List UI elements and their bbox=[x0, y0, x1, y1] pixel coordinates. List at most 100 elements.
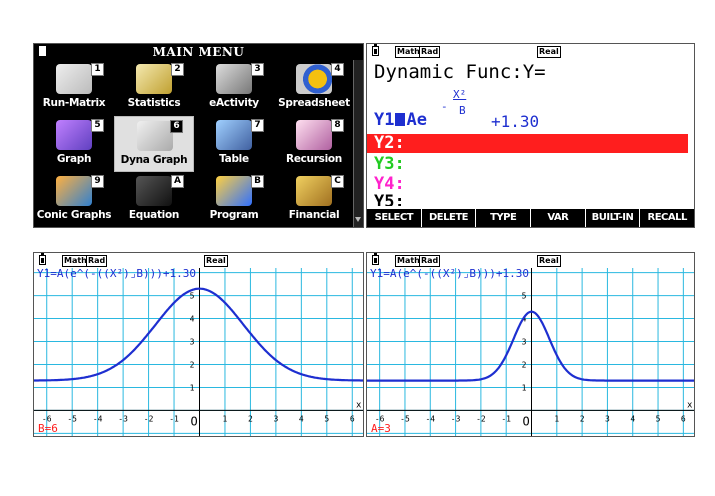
equation-icon bbox=[136, 176, 172, 206]
y3-row[interactable]: Y3: bbox=[374, 154, 405, 174]
scrollbar[interactable] bbox=[353, 60, 363, 227]
y1-base: Ae bbox=[406, 110, 427, 130]
x-tick-label: 1 bbox=[554, 414, 559, 423]
battery-icon bbox=[372, 253, 379, 265]
menu-item-label: Dyna Graph bbox=[120, 154, 188, 166]
x-tick-label: -4 bbox=[425, 414, 435, 423]
x-tick-label: 6 bbox=[681, 414, 686, 423]
app-icon-grid: 1 Run-Matrix 2 Statistics 3 eActivity 4 Spreads… bbox=[34, 60, 354, 227]
rad-mode-indicator: Rad bbox=[419, 46, 441, 58]
menu-item-label: Table bbox=[219, 153, 249, 165]
run-matrix-icon bbox=[56, 64, 92, 94]
x-axis-label: x bbox=[356, 400, 362, 410]
x-tick-label: 3 bbox=[605, 414, 610, 423]
x-tick-label: -3 bbox=[451, 414, 461, 423]
y5-row[interactable]: Y5: bbox=[374, 192, 405, 206]
status-bar: Math Rad Real bbox=[367, 44, 694, 59]
selected-equals-icon[interactable] bbox=[395, 113, 406, 126]
x-tick-label: 1 bbox=[223, 414, 228, 423]
exponent-denominator: B bbox=[459, 104, 466, 117]
menu-item-key: 5 bbox=[91, 119, 104, 132]
y2-row[interactable]: Y2: bbox=[367, 134, 688, 153]
menu-item-spreadsheet[interactable]: 4 Spreadsheet bbox=[274, 60, 354, 116]
menu-item-label: Run-Matrix bbox=[42, 97, 106, 109]
menu-item-financial[interactable]: C Financial bbox=[274, 172, 354, 227]
menu-item-program[interactable]: B Program bbox=[194, 172, 274, 227]
x-tick-label: -1 bbox=[169, 414, 179, 423]
fkey-select[interactable]: SELECT bbox=[367, 209, 421, 227]
dynamic-func-title: Dynamic Func:Y= bbox=[374, 61, 546, 83]
menu-item-label: Program bbox=[209, 209, 259, 221]
y1-label: Y1 bbox=[374, 110, 395, 130]
menu-item-table[interactable]: 7 Table bbox=[194, 116, 274, 172]
menu-item-run-matrix[interactable]: 1 Run-Matrix bbox=[34, 60, 114, 116]
origin-label: O bbox=[523, 414, 530, 428]
menu-item-statistics[interactable]: 2 Statistics bbox=[114, 60, 194, 116]
financial-icon bbox=[296, 176, 332, 206]
menu-item-label: Conic Graphs bbox=[36, 209, 112, 221]
menu-item-recursion[interactable]: 8 Recursion bbox=[274, 116, 354, 172]
menu-item-label: Financial bbox=[288, 209, 340, 221]
menu-item-label: eActivity bbox=[209, 97, 259, 109]
spreadsheet-icon bbox=[296, 64, 332, 94]
x-tick-label: -3 bbox=[118, 414, 128, 423]
fkey-recall[interactable]: RECALL bbox=[640, 209, 694, 227]
dynamic-func-screen: Math Rad Real Dynamic Func:Y= - X² B Y1 A… bbox=[366, 43, 695, 228]
menu-item-key: 2 bbox=[171, 63, 184, 76]
statistics-icon bbox=[136, 64, 172, 94]
math-mode-indicator: Math bbox=[395, 255, 422, 267]
x-tick-label: -4 bbox=[93, 414, 103, 423]
menu-item-dyna-graph[interactable]: 6 Dyna Graph bbox=[114, 116, 194, 172]
y-tick-label: 4 bbox=[190, 315, 195, 324]
menu-item-conic-graphs[interactable]: 9 Conic Graphs bbox=[34, 172, 114, 227]
status-bar: Math Rad Real bbox=[367, 253, 694, 268]
fkey-type[interactable]: TYPE bbox=[476, 209, 531, 227]
y-tick-label: 2 bbox=[522, 360, 527, 369]
menu-item-label: Recursion bbox=[286, 153, 342, 165]
y-tick-label: 2 bbox=[190, 360, 195, 369]
menu-item-key: 8 bbox=[331, 119, 344, 132]
real-mode-indicator: Real bbox=[537, 255, 561, 267]
y1-row[interactable]: Y1 Ae bbox=[374, 110, 427, 130]
x-tick-label: -5 bbox=[400, 414, 410, 423]
real-mode-indicator: Real bbox=[204, 255, 228, 267]
menu-item-key: A bbox=[171, 175, 184, 188]
x-tick-label: 3 bbox=[273, 414, 278, 423]
scroll-down-arrow-icon[interactable] bbox=[355, 217, 361, 222]
battery-icon bbox=[39, 253, 46, 265]
rad-mode-indicator: Rad bbox=[419, 255, 441, 267]
fkey-delete[interactable]: DELETE bbox=[421, 209, 476, 227]
menu-item-graph[interactable]: 5 Graph bbox=[34, 116, 114, 172]
menu-item-key: 3 bbox=[251, 63, 264, 76]
x-tick-label: 4 bbox=[299, 414, 304, 423]
y1-tail: +1.30 bbox=[491, 112, 540, 131]
menu-item-label: Spreadsheet bbox=[278, 97, 350, 109]
rad-mode-indicator: Rad bbox=[86, 255, 108, 267]
menu-item-key: C bbox=[331, 175, 344, 188]
fkey-var[interactable]: VAR bbox=[531, 209, 585, 227]
graph-plot: -6 -5 -4 -3 -2 -1 1 2 3 4 5 612345Ox bbox=[34, 268, 363, 436]
x-tick-label: -5 bbox=[67, 414, 77, 423]
x-tick-label: 5 bbox=[656, 414, 661, 423]
fkey-built-in[interactable]: BUILT-IN bbox=[585, 209, 640, 227]
menu-item-label: Graph bbox=[56, 153, 92, 165]
math-mode-indicator: Math bbox=[395, 46, 422, 58]
real-mode-indicator: Real bbox=[537, 46, 561, 58]
menu-item-equation[interactable]: A Equation bbox=[114, 172, 194, 227]
eactivity-icon bbox=[216, 64, 252, 94]
recursion-icon bbox=[296, 120, 332, 150]
y-tick-label: 1 bbox=[522, 383, 527, 392]
x-tick-label: -2 bbox=[476, 414, 486, 423]
origin-label: O bbox=[191, 414, 198, 428]
main-menu-title: MAIN MENU bbox=[152, 45, 245, 59]
menu-item-eactivity[interactable]: 3 eActivity bbox=[194, 60, 274, 116]
x-tick-label: 5 bbox=[324, 414, 329, 423]
y4-row[interactable]: Y4: bbox=[374, 174, 405, 194]
menu-item-label: Statistics bbox=[127, 97, 181, 109]
y-tick-label: 3 bbox=[190, 338, 195, 347]
menu-item-key: B bbox=[251, 175, 264, 188]
dyna-graph-icon bbox=[137, 121, 173, 151]
table-icon bbox=[216, 120, 252, 150]
x-tick-label: 2 bbox=[580, 414, 585, 423]
y-tick-label: 5 bbox=[190, 292, 195, 301]
